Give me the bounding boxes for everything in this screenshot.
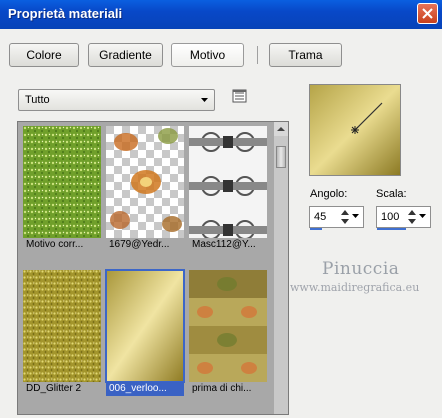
angle-label: Angolo: [310,188,348,200]
list-view-icon [232,89,247,103]
title-bar: Proprietà materiali [0,0,442,29]
pattern-item[interactable]: Motivo corr... [23,126,101,252]
category-value: Tutto [25,94,50,106]
properties-panel: Colore Gradiente Motivo Trama Tutto Moti… [0,29,442,418]
tab-colore[interactable]: Colore [9,43,79,67]
watermark-name: Pinuccia [322,259,400,279]
close-button[interactable] [417,3,438,24]
pattern-caption: prima di chi... [189,382,267,396]
angle-field[interactable]: 45 [309,206,364,230]
angle-slider-bar[interactable] [310,228,322,230]
pattern-item[interactable]: prima di chi... [189,270,267,396]
pattern-item[interactable]: DD_Glitter 2 [23,270,101,396]
tab-trama[interactable]: Trama [269,43,342,67]
pattern-caption: Motivo corr... [23,238,101,252]
close-icon [422,8,433,19]
pattern-caption: Masc112@Y... [189,238,267,252]
chevron-up-icon [277,127,285,131]
scale-value: 100 [381,211,400,223]
scroll-thumb[interactable] [276,146,286,168]
window-title: Proprietà materiali [8,6,123,21]
watermark-url: www.maidiregrafica.eu [290,281,420,294]
chevron-down-icon [201,98,208,102]
pattern-grid: Motivo corr... 1679@Yedr... Masc112@Y...… [17,121,289,415]
pattern-item[interactable]: 1679@Yedr... [106,126,184,252]
spin-arrows-icon[interactable] [340,208,350,226]
pattern-thumbnail [106,126,184,238]
chevron-down-icon[interactable] [419,214,426,218]
scale-field[interactable]: 100 [376,206,431,230]
pattern-thumbnail [23,270,101,382]
scale-label: Scala: [376,188,407,200]
scroll-up-button[interactable] [274,122,288,136]
scale-slider-bar[interactable] [377,228,407,230]
tab-motivo[interactable]: Motivo [171,43,244,67]
tab-gradiente[interactable]: Gradiente [88,43,163,67]
pattern-item-selected[interactable]: 006_verloo... [105,269,185,396]
category-dropdown[interactable]: Tutto [18,89,215,111]
pattern-thumbnail [105,269,185,383]
angle-value: 45 [314,211,327,223]
pattern-caption: 006_verloo... [106,382,184,396]
tab-separator [257,46,258,64]
angle-handle-icon [351,126,359,134]
pattern-caption: DD_Glitter 2 [23,382,101,396]
pattern-scrollbar[interactable] [274,122,288,414]
pattern-thumbnail [189,270,267,382]
pattern-caption: 1679@Yedr... [106,238,184,252]
pattern-thumbnail [23,126,101,238]
pattern-thumbnail [189,126,267,238]
pattern-preview[interactable] [309,84,401,176]
chevron-down-icon[interactable] [352,214,359,218]
pattern-item[interactable]: Masc112@Y... [189,126,267,252]
browse-folder-button[interactable] [231,87,249,105]
spin-arrows-icon[interactable] [407,208,417,226]
